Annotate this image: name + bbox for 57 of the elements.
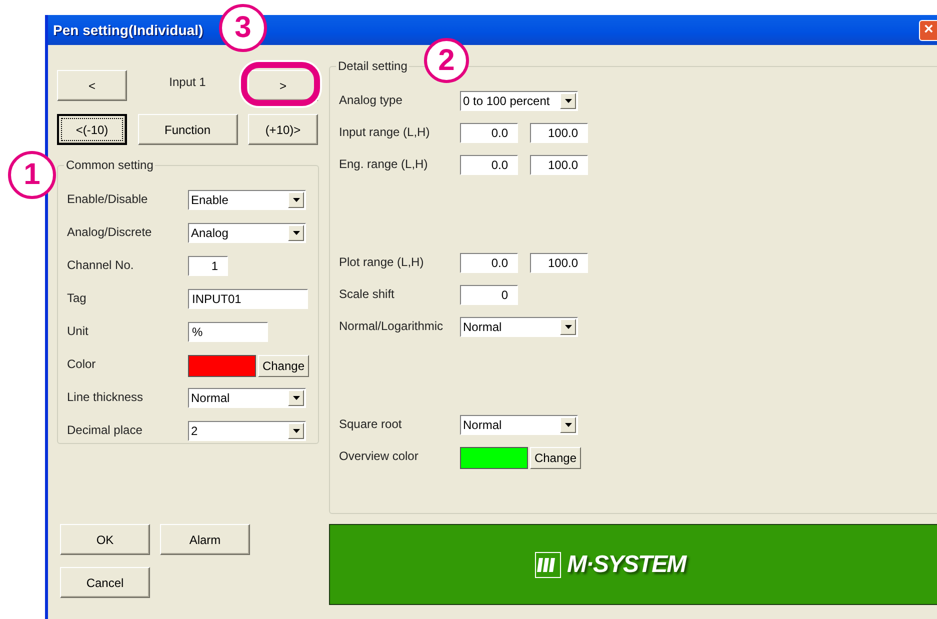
dropdown[interactable]: 0 to 100 percent xyxy=(460,91,578,111)
field-label: Unit xyxy=(67,323,90,338)
field-label: Normal/Logarithmic xyxy=(339,318,444,333)
field-label: Overview color xyxy=(339,448,420,463)
group-title: Detail setting xyxy=(337,59,408,73)
caret-icon xyxy=(564,423,572,427)
input-field[interactable]: 100.0 xyxy=(530,155,588,175)
field-label: Plot range (L,H) xyxy=(339,254,425,269)
nav-button[interactable]: <(-10) xyxy=(57,114,127,145)
field-label: Channel No. xyxy=(67,257,135,272)
input-field[interactable]: 0.0 xyxy=(460,253,518,273)
input-field[interactable]: INPUT01 xyxy=(188,289,308,309)
input-field[interactable]: 100.0 xyxy=(530,253,588,273)
input-label: Input 1 xyxy=(168,74,207,89)
field-label: Color xyxy=(67,356,97,371)
dropdown[interactable]: Enable xyxy=(188,190,306,210)
field-label: Square root xyxy=(339,416,403,431)
caret-icon xyxy=(292,198,300,202)
input-field[interactable]: % xyxy=(188,322,268,342)
nav-button[interactable]: (+10)> xyxy=(248,114,318,145)
nav-button[interactable]: Function xyxy=(138,114,238,145)
field-label: Analog type xyxy=(339,92,404,107)
change-button[interactable]: Change xyxy=(530,447,581,469)
field-label: Tag xyxy=(67,290,88,305)
logo-icon xyxy=(535,552,561,578)
caret-icon xyxy=(564,325,572,329)
dialog-button[interactable]: OK xyxy=(60,524,150,555)
input-field[interactable]: 0 xyxy=(460,285,518,305)
field-label: Line thickness xyxy=(67,389,144,404)
close-button[interactable]: × xyxy=(919,20,937,40)
caret-icon xyxy=(292,396,300,400)
nav-button[interactable]: < xyxy=(57,70,127,101)
input-field[interactable]: 0.0 xyxy=(460,155,518,175)
field-label: Decimal place xyxy=(67,422,144,437)
dropdown[interactable]: Normal xyxy=(460,415,578,435)
dropdown[interactable]: Normal xyxy=(188,388,306,408)
logo-text: M·SYSTEM xyxy=(567,550,686,578)
caret-icon xyxy=(292,429,300,433)
input-field[interactable]: 100.0 xyxy=(530,123,588,143)
dropdown[interactable]: 2 xyxy=(188,421,306,441)
change-button[interactable]: Change xyxy=(258,355,309,377)
field-label: Analog/Discrete xyxy=(67,224,153,239)
callout-number: 1 xyxy=(8,151,56,199)
field-label: Input range (L,H) xyxy=(339,124,431,139)
dialog-button[interactable]: Alarm xyxy=(160,524,250,555)
dialog-button[interactable]: Cancel xyxy=(60,567,150,598)
caret-icon xyxy=(564,99,572,103)
dropdown[interactable]: Normal xyxy=(460,317,578,337)
group-title: Common setting xyxy=(65,158,154,172)
window-title: Pen setting(Individual) xyxy=(53,22,204,38)
field-label: Scale shift xyxy=(339,286,396,301)
input-field[interactable]: 1 xyxy=(188,256,228,276)
field-label: Enable/Disable xyxy=(67,191,149,206)
dropdown[interactable]: Analog xyxy=(188,223,306,243)
field-label: Eng. range (L,H) xyxy=(339,156,429,171)
caret-icon xyxy=(292,231,300,235)
input-field[interactable]: 0.0 xyxy=(460,123,518,143)
